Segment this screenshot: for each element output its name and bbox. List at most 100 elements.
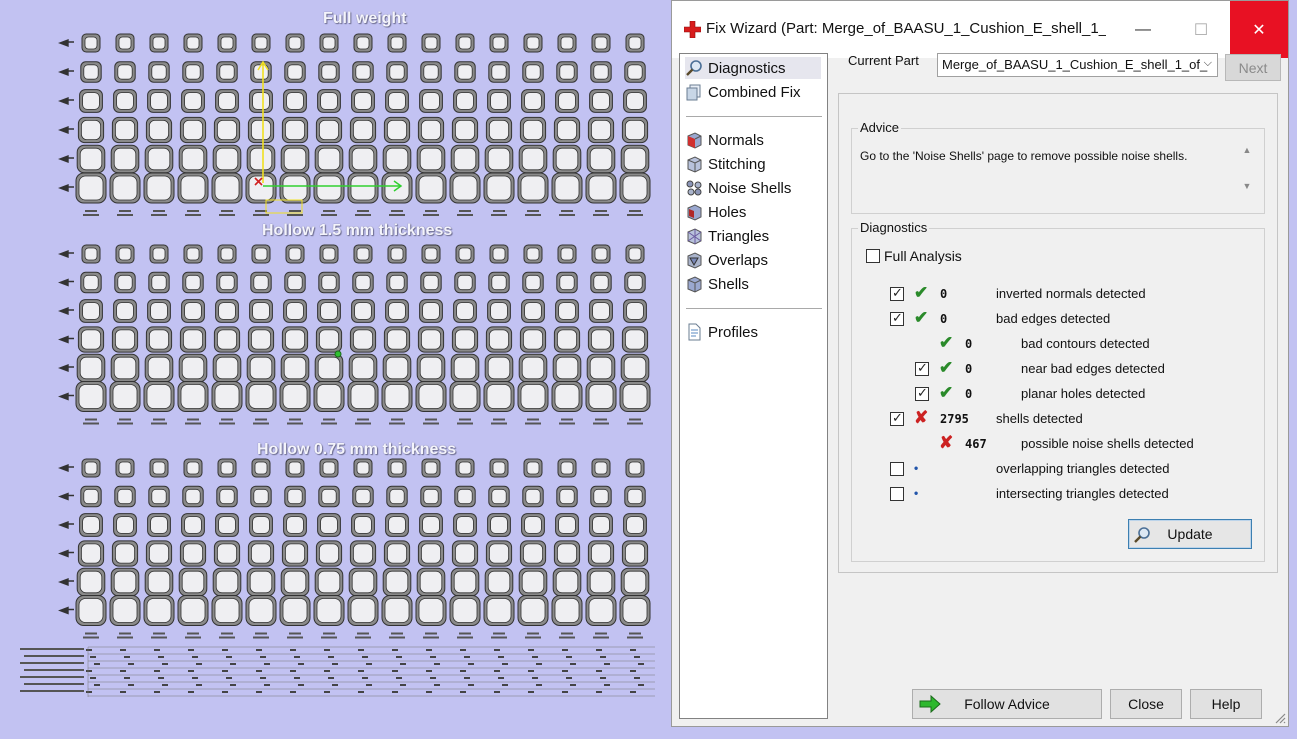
table-cell xyxy=(192,656,198,658)
table-cell xyxy=(502,663,508,665)
follow-advice-button[interactable]: Follow Advice xyxy=(912,689,1102,719)
cad-part-face xyxy=(385,570,409,594)
nav-item-overlaps[interactable]: Overlaps xyxy=(685,249,821,271)
diagnostics-page: Advice Go to the 'Noise Shells' page to … xyxy=(838,93,1278,573)
selection-point[interactable] xyxy=(334,350,342,358)
diagnostic-checkbox[interactable]: ✓ xyxy=(890,310,904,326)
table-cell xyxy=(260,656,266,658)
part-caption xyxy=(85,210,97,212)
red-x-icon: ✘ xyxy=(914,408,929,427)
nav-item-normals[interactable]: Normals xyxy=(685,129,821,151)
current-part-select[interactable]: Merge_of_BAASU_1_Cushion_E_shell_1_of_ ⌵ xyxy=(937,53,1218,77)
part-caption xyxy=(355,422,371,425)
maximize-button[interactable]: ☐ xyxy=(1172,1,1230,58)
resize-grip-icon[interactable] xyxy=(1274,712,1286,724)
full-analysis-checkbox[interactable] xyxy=(866,249,880,263)
3d-viewport[interactable]: Full weight Hollow 1.5 mm thickness Holl… xyxy=(0,0,672,739)
cad-part-face xyxy=(150,516,168,534)
nav-item-diagnostics[interactable]: Diagnostics xyxy=(685,57,821,79)
scroll-up-icon[interactable]: ▲ xyxy=(1238,145,1256,155)
part-caption xyxy=(423,422,439,425)
table-cell xyxy=(460,691,466,693)
cad-part-face xyxy=(560,461,574,475)
cad-part-face xyxy=(79,356,103,380)
diagnostic-checkbox[interactable]: ✓ xyxy=(915,385,929,401)
viewport-canvas[interactable] xyxy=(0,0,672,739)
next-button[interactable]: Next xyxy=(1225,54,1281,81)
diagnostic-checkbox[interactable]: ✓ xyxy=(890,285,904,301)
nav-item-noise-shells[interactable]: Noise Shells xyxy=(685,177,821,199)
cad-part-face xyxy=(220,461,234,475)
nav-item-combined-fix[interactable]: Combined Fix xyxy=(685,81,821,103)
diagnostic-checkbox[interactable] xyxy=(890,487,904,501)
cad-part-face xyxy=(521,570,545,594)
cad-part-face xyxy=(113,356,137,380)
scroll-down-icon[interactable]: ▼ xyxy=(1238,181,1256,191)
part-caption xyxy=(153,632,165,635)
cad-part-face xyxy=(317,147,341,171)
cad-part-face xyxy=(112,384,138,409)
diagnostic-checkbox[interactable]: ✓ xyxy=(890,410,904,426)
nav-item-holes[interactable]: Holes xyxy=(685,201,821,223)
table-cell xyxy=(298,684,304,686)
table-cell xyxy=(630,649,636,651)
part-caption xyxy=(83,636,99,639)
cad-part-face xyxy=(626,302,644,320)
cad-part-face xyxy=(589,356,613,380)
diagnostic-label: planar holes detected xyxy=(1021,386,1146,401)
cad-part-face xyxy=(117,488,133,505)
cad-part-face xyxy=(452,175,478,201)
cad-part-face xyxy=(83,488,99,505)
cad-part-face xyxy=(284,120,305,141)
cad-part-face xyxy=(423,488,439,505)
diagnostic-label: bad edges detected xyxy=(996,311,1111,326)
cad-part-face xyxy=(355,488,371,505)
diagnostic-checkbox[interactable]: ✓ xyxy=(915,360,929,376)
diagnostic-checkbox[interactable] xyxy=(890,462,904,476)
title-bar[interactable]: Fix Wizard (Part: Merge_of_BAASU_1_Cushi… xyxy=(672,1,1288,58)
row-marker-icon xyxy=(58,125,74,135)
update-button[interactable]: Update xyxy=(1128,519,1252,549)
cad-part-face xyxy=(248,384,274,409)
table-cell xyxy=(294,656,300,658)
cad-part-face xyxy=(146,384,172,409)
nav-item-stitching[interactable]: Stitching xyxy=(685,153,821,175)
minimize-button[interactable]: — xyxy=(1114,1,1172,58)
part-caption xyxy=(561,632,573,635)
profiles-icon xyxy=(688,323,701,341)
cad-part-face xyxy=(558,302,576,320)
cad-part-face xyxy=(422,516,440,534)
cad-part-face xyxy=(418,598,444,623)
table-cell xyxy=(260,677,266,679)
window-close-button[interactable]: ✕ xyxy=(1230,1,1288,58)
nav-label: Overlaps xyxy=(708,251,769,269)
diagnostic-count: 0 xyxy=(965,387,973,401)
part-caption xyxy=(595,210,607,212)
row-marker-icon xyxy=(58,363,74,373)
part-caption xyxy=(525,636,541,639)
cad-part-face xyxy=(628,247,642,261)
advice-title: Advice xyxy=(858,120,902,135)
cad-part-face xyxy=(555,356,579,380)
table-cell xyxy=(600,656,606,658)
nav-item-profiles[interactable]: Profiles xyxy=(685,321,821,343)
current-part-value: Merge_of_BAASU_1_Cushion_E_shell_1_of_ xyxy=(942,57,1208,72)
advice-scrollbar[interactable]: ▲ ▼ xyxy=(1238,145,1256,201)
help-button[interactable]: Help xyxy=(1190,689,1262,719)
cad-part-face xyxy=(456,92,474,110)
close-button[interactable]: Close xyxy=(1110,689,1182,719)
table-cell xyxy=(634,656,640,658)
part-caption xyxy=(289,210,301,212)
row-marker-icon xyxy=(58,183,74,193)
cad-part-face xyxy=(622,384,648,409)
cad-part-face xyxy=(625,329,646,350)
row-marker-icon xyxy=(58,520,74,530)
nav-item-triangles[interactable]: Triangles xyxy=(685,225,821,247)
nav-item-shells[interactable]: Shells xyxy=(685,273,821,295)
cad-part-face xyxy=(118,461,132,475)
cad-part-face xyxy=(151,488,167,505)
cad-part-face xyxy=(628,461,642,475)
cad-part-face xyxy=(486,384,512,409)
cad-part-face xyxy=(559,64,575,80)
cad-part-face xyxy=(491,64,507,80)
